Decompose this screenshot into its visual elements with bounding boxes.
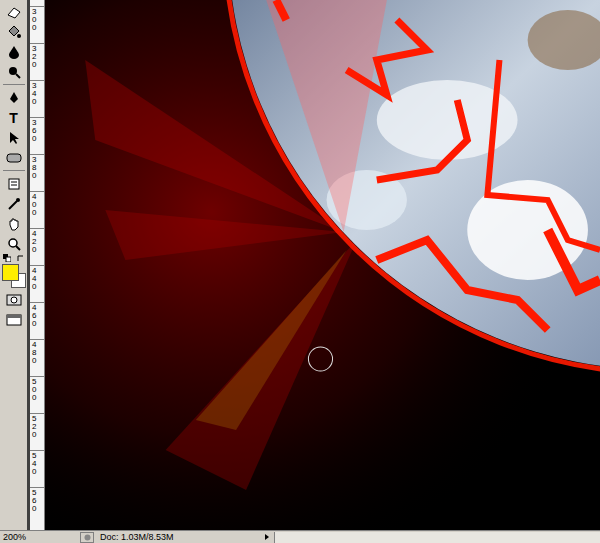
toolbox: T (0, 0, 30, 530)
ruler-label: 400 (32, 193, 40, 217)
shape-tool[interactable] (2, 148, 26, 167)
document-size: Doc: 1.03M/8.53M (94, 533, 262, 542)
swap-icon (17, 254, 25, 262)
zoom-level[interactable]: 200% (0, 533, 34, 542)
dodge-tool[interactable] (2, 62, 26, 81)
pen-icon (7, 91, 21, 105)
paint-bucket-icon (6, 25, 22, 39)
screen-mode[interactable] (2, 310, 26, 329)
type-tool[interactable]: T (2, 108, 26, 127)
eyedropper-icon (7, 197, 21, 211)
quick-mask[interactable] (2, 290, 26, 309)
paint-bucket-tool[interactable] (2, 22, 26, 41)
hand-tool[interactable] (2, 214, 26, 233)
screen-mode-icon (6, 314, 22, 326)
hand-icon (7, 217, 21, 231)
rounded-rect-icon (6, 152, 22, 164)
eyedropper-tool[interactable] (2, 194, 26, 213)
brush-cursor (308, 347, 332, 371)
path-selection-tool[interactable] (2, 128, 26, 147)
ruler-label: 340 (32, 82, 40, 106)
notes-tool[interactable] (2, 174, 26, 193)
blur-tool[interactable] (2, 42, 26, 61)
arrow-icon (7, 131, 21, 145)
eraser-icon (6, 5, 22, 19)
status-bar: 200% Doc: 1.03M/8.53M (0, 530, 600, 543)
ruler-label: 300 (32, 8, 40, 32)
horizontal-scrollbar[interactable] (274, 532, 600, 543)
circle-icon (84, 534, 91, 541)
ruler-label: 320 (32, 45, 40, 69)
ruler-label: 380 (32, 156, 40, 180)
ruler-label: 500 (32, 378, 40, 402)
photoshop-window: T 300 320 340 360 380 400 420 440 460 480 500 520 540… (0, 0, 600, 543)
ruler-label: 560 (32, 489, 40, 513)
dodge-icon (7, 65, 21, 79)
ruler-label: 520 (32, 415, 40, 439)
status-icon[interactable] (80, 532, 94, 543)
ruler-label: 420 (32, 230, 40, 254)
quick-mask-icon (6, 294, 22, 306)
magnifier-icon (7, 237, 21, 251)
zoom-tool[interactable] (2, 234, 26, 253)
color-swatches (1, 263, 27, 289)
note-icon (7, 177, 21, 191)
scroll-right-icon[interactable] (262, 532, 272, 542)
drop-icon (7, 45, 21, 59)
swap-colors[interactable] (2, 254, 26, 262)
eraser-tool[interactable] (2, 2, 26, 21)
ruler-label: 360 (32, 119, 40, 143)
ruler-label: 440 (32, 267, 40, 291)
ruler-label: 460 (32, 304, 40, 328)
vertical-ruler: 300 320 340 360 380 400 420 440 460 480 500 520 540 5… (30, 0, 45, 530)
ruler-label: 540 (32, 452, 40, 476)
pen-tool[interactable] (2, 88, 26, 107)
canvas-artwork[interactable] (45, 0, 600, 530)
canvas[interactable] (45, 0, 600, 530)
ruler-label: 480 (32, 341, 40, 365)
foreground-color[interactable] (2, 264, 19, 281)
default-colors-icon (3, 254, 11, 262)
